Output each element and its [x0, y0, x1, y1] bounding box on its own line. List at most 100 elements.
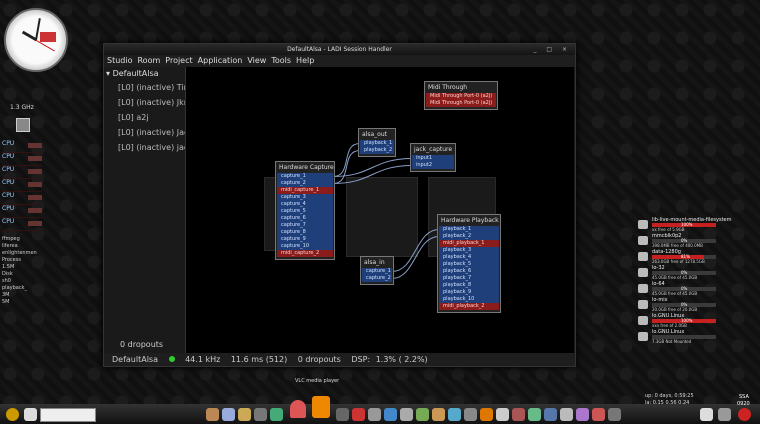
app-launcher-icon[interactable] [496, 408, 509, 421]
app-launcher-icon[interactable] [368, 408, 381, 421]
tray-icon[interactable] [700, 408, 713, 421]
module-midi-through[interactable]: Midi Through Midi Through Port-0 (a2j) Mid… [424, 81, 498, 110]
port-audio[interactable]: playback_5 [439, 261, 499, 268]
app-launcher-icon[interactable] [608, 408, 621, 421]
home-icon[interactable] [24, 408, 37, 421]
port-audio[interactable]: playback_8 [439, 282, 499, 289]
app-launcher-icon[interactable] [254, 408, 267, 421]
port-audio[interactable]: playback_9 [439, 289, 499, 296]
app-launcher-icon[interactable] [480, 408, 493, 421]
vlc-launcher-label[interactable]: VLC media player [295, 378, 339, 384]
patchbay-canvas[interactable]: Midi Through Midi Through Port-0 (a2j) Mid… [186, 67, 574, 353]
window-controls[interactable]: _ □ × [533, 44, 571, 55]
port-audio[interactable]: playback_2 [439, 233, 499, 240]
menu-view[interactable]: View [247, 56, 266, 65]
project-item[interactable]: [L0] a2j [104, 110, 185, 125]
project-item[interactable]: [L0] (inactive) Jkr [104, 95, 185, 110]
monitor-line: 1.5M [2, 264, 15, 270]
app-launcher-icon[interactable] [448, 408, 461, 421]
module-title: Midi Through [428, 84, 468, 91]
menu-help[interactable]: Help [296, 56, 314, 65]
app-launcher-icon[interactable] [528, 408, 541, 421]
port-audio[interactable]: capture_7 [277, 222, 333, 229]
port-audio[interactable]: capture_5 [277, 208, 333, 215]
port-audio[interactable]: playback_1 [360, 140, 394, 147]
app-launcher-icon[interactable] [222, 408, 235, 421]
ladi-session-window[interactable]: DefaultAlsa - LADI Session Handler _ □ ×… [103, 43, 576, 367]
port-audio[interactable]: capture_10 [277, 243, 333, 250]
drive-icon [638, 252, 648, 261]
port-audio[interactable]: capture_1 [277, 173, 333, 180]
app-launcher-icon[interactable] [592, 408, 605, 421]
app-launcher-icon[interactable] [352, 408, 365, 421]
menu-studio[interactable]: Studio [107, 56, 132, 65]
port-audio[interactable]: capture_2 [362, 275, 392, 282]
ardour-icon[interactable] [290, 400, 306, 418]
project-item[interactable]: [L0] (inactive) Tin [104, 80, 185, 95]
studio-tree-root[interactable]: ▾ DefaultAlsa [104, 67, 185, 80]
app-launcher-icon[interactable] [560, 408, 573, 421]
tray-icon[interactable] [718, 408, 731, 421]
drive-icon [638, 236, 648, 245]
port-audio[interactable]: capture_4 [277, 201, 333, 208]
app-launcher-icon[interactable] [336, 408, 349, 421]
drive-item: lo-mix 0% 20.0GB free of 20.0GB [637, 297, 755, 313]
menu-project[interactable]: Project [165, 56, 192, 65]
port-audio[interactable]: playback_4 [439, 254, 499, 261]
app-launcher-icon[interactable] [238, 408, 251, 421]
port-audio[interactable]: playback_10 [439, 296, 499, 303]
port-audio[interactable]: playback_1 [439, 226, 499, 233]
module-alsa-out[interactable]: alsa_out playback_1 playback_2 [358, 128, 396, 157]
app-launcher-icon[interactable] [416, 408, 429, 421]
port-audio[interactable]: playback_6 [439, 268, 499, 275]
module-jack-capture[interactable]: jack_capture input1 input2 [410, 143, 456, 172]
module-hardware-capture[interactable]: Hardware Capture capture_1 capture_2 midi_c… [275, 161, 335, 260]
app-launcher-icon[interactable] [400, 408, 413, 421]
port-midi[interactable]: midi_capture_2 [277, 250, 333, 257]
window-titlebar[interactable]: DefaultAlsa - LADI Session Handler _ □ × [104, 44, 575, 55]
port-audio[interactable]: playback_2 [360, 147, 394, 154]
app-launcher-icon[interactable] [384, 408, 397, 421]
port-midi[interactable]: midi_capture_1 [277, 187, 333, 194]
app-launcher-icon[interactable] [206, 408, 219, 421]
vlc-icon[interactable] [312, 396, 330, 418]
status-bar: DefaultAlsa 44.1 kHz 11.6 ms (512) 0 dro… [104, 353, 575, 366]
cpu-label: CPU [2, 166, 15, 173]
app-launcher-icon[interactable] [270, 408, 283, 421]
app-launcher-icon[interactable] [512, 408, 525, 421]
drive-free: 263.0GB free of 1278.5GB [652, 259, 705, 264]
app-launcher-icon[interactable] [544, 408, 557, 421]
power-icon[interactable] [738, 408, 751, 421]
module-hardware-playback[interactable]: Hardware Playback playback_1 playback_2 mid… [437, 214, 501, 313]
port-audio[interactable]: input1 [412, 155, 454, 162]
app-launcher-icon[interactable] [432, 408, 445, 421]
menu-application[interactable]: Application [198, 56, 243, 65]
app-launcher-icon[interactable] [464, 408, 477, 421]
cpu-monitor: CPU CPU CPU CPU CPU CPU CPU [2, 140, 42, 231]
menu-room[interactable]: Room [137, 56, 160, 65]
port-audio[interactable]: playback_7 [439, 275, 499, 282]
app-launcher-icon[interactable] [576, 408, 589, 421]
module-alsa-in[interactable]: alsa_in capture_1 capture_2 [360, 256, 394, 285]
cpu-frequency: 1.3 GHz [10, 104, 34, 111]
port-midi[interactable]: midi_playback_2 [439, 303, 499, 310]
port-audio[interactable]: capture_9 [277, 236, 333, 243]
taskbar-search-input[interactable] [40, 408, 96, 422]
studio-tree-panel[interactable]: ▾ DefaultAlsa [L0] (inactive) Tin [L0] (i… [104, 67, 186, 353]
project-item[interactable]: [L0] (inactive) jac [104, 140, 185, 155]
port-midi[interactable]: Midi Through Port-0 (a2j) [426, 100, 496, 107]
port-audio[interactable]: capture_1 [362, 268, 392, 275]
drive-free: xx free of 5.9GB [652, 227, 685, 232]
connection-wire [391, 236, 440, 279]
start-menu-icon[interactable] [6, 408, 19, 421]
port-midi[interactable]: Midi Through Port-0 (a2j) [426, 93, 496, 100]
port-midi[interactable]: midi_playback_1 [439, 240, 499, 247]
port-audio[interactable]: capture_8 [277, 229, 333, 236]
port-audio[interactable]: playback_3 [439, 247, 499, 254]
port-audio[interactable]: capture_3 [277, 194, 333, 201]
port-audio[interactable]: input2 [412, 162, 454, 169]
project-item[interactable]: [L0] (inactive) Jac [104, 125, 185, 140]
port-audio[interactable]: capture_2 [277, 180, 333, 187]
menu-tools[interactable]: Tools [271, 56, 291, 65]
port-audio[interactable]: capture_6 [277, 215, 333, 222]
